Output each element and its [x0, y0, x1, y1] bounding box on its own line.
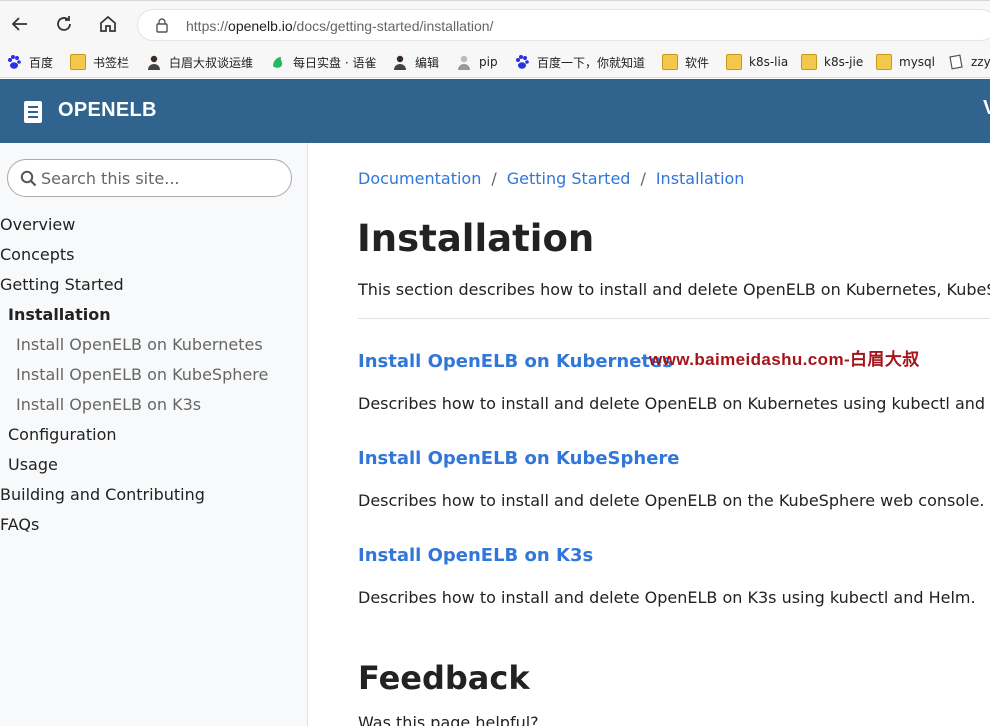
url-host: openelb.io — [228, 18, 293, 34]
lock-icon — [156, 18, 168, 33]
section-desc-k3s: Describes how to install and delete Open… — [358, 588, 976, 607]
bookmark-label: zzy — [971, 55, 990, 69]
bookmark-label: k8s-jie — [824, 55, 864, 69]
watermark-text: www.baimeidashu.com-白眉大叔 — [649, 350, 920, 369]
sidebar-item-install-kubesphere[interactable]: Install OpenELB on KubeSphere — [16, 365, 268, 384]
browser-toolbar: https://openelb.io/docs/getting-started/… — [0, 0, 990, 46]
page-lead: This section describes how to install an… — [358, 280, 990, 299]
sidebar-item-overview[interactable]: Overview — [0, 215, 75, 234]
folder-icon — [70, 54, 86, 70]
bookmark-baidu[interactable]: 百度 — [6, 52, 53, 72]
sidebar-item-faqs[interactable]: FAQs — [0, 515, 39, 534]
sidebar-item-concepts[interactable]: Concepts — [0, 245, 75, 264]
sidebar-item-building-contributing[interactable]: Building and Contributing — [0, 485, 205, 504]
person-avatar-icon — [148, 55, 160, 70]
bookmark-label: 每日实盘 · 语雀 — [293, 55, 377, 70]
section-link-kubernetes[interactable]: Install OpenELB on Kubernetes — [358, 351, 673, 372]
section-desc-kubesphere: Describes how to install and delete Open… — [358, 491, 985, 510]
folder-icon — [876, 54, 892, 70]
url-path: /docs/getting-started/installation/ — [292, 18, 494, 34]
bookmark-yuque[interactable]: 每日实盘 · 语雀 — [270, 52, 376, 72]
bookmark-zzy[interactable]: zzy — [948, 52, 990, 72]
home-icon — [100, 15, 116, 32]
bookmark-label: 编辑 — [415, 55, 440, 70]
person-avatar-icon — [394, 55, 406, 70]
home-button[interactable] — [94, 10, 122, 38]
site-search[interactable] — [7, 159, 292, 197]
bookmark-label: k8s-lia — [749, 55, 789, 69]
feedback-heading: Feedback — [358, 659, 530, 697]
sidebar-item-installation[interactable]: Installation — [8, 305, 111, 324]
sidebar-item-install-kubernetes[interactable]: Install OpenELB on Kubernetes — [16, 335, 263, 354]
breadcrumb: Documentation / Getting Started / Installati… — [358, 169, 744, 188]
section-link-kubesphere[interactable]: Install OpenELB on KubeSphere — [358, 448, 680, 469]
bookmark-edit[interactable]: 编辑 — [392, 52, 439, 72]
breadcrumb-documentation[interactable]: Documentation — [358, 169, 481, 188]
sidebar-item-install-k3s[interactable]: Install OpenELB on K3s — [16, 395, 201, 414]
address-bar[interactable]: https://openelb.io/docs/getting-started/… — [137, 9, 990, 41]
bookmark-label: 软件 — [685, 55, 710, 70]
folder-icon — [726, 54, 742, 70]
back-button[interactable] — [6, 10, 34, 38]
bookmark-label: 百度 — [29, 55, 54, 70]
bookmarks-bar: 百度 书签栏 白眉大叔谈运维 每日实盘 · 语雀 编辑 pip 百度一下，你就知… — [0, 46, 990, 78]
bookmark-pip[interactable]: pip — [456, 52, 498, 72]
brand-name[interactable]: OPENELB — [58, 99, 157, 122]
bookmark-baidu-search[interactable]: 百度一下，你就知道 — [514, 52, 645, 72]
feedback-question: Was this page helpful? — [358, 713, 539, 726]
folder-icon — [662, 54, 678, 70]
sidebar-item-usage[interactable]: Usage — [8, 455, 58, 474]
bookmark-label: 百度一下，你就知道 — [537, 55, 646, 70]
docs-sidebar: Overview Concepts Getting Started Instal… — [0, 143, 308, 726]
page-icon — [949, 54, 963, 70]
breadcrumb-installation[interactable]: Installation — [656, 169, 745, 188]
bookmark-label: pip — [479, 55, 498, 69]
sidebar-item-configuration[interactable]: Configuration — [8, 425, 117, 444]
site-header: OPENELB V — [0, 79, 990, 143]
breadcrumb-getting-started[interactable]: Getting Started — [507, 169, 631, 188]
reload-button[interactable] — [50, 10, 78, 38]
bookmark-software-folder[interactable]: 软件 — [662, 52, 709, 72]
page-title: Installation — [357, 217, 595, 260]
bookmark-k8s-jie-folder[interactable]: k8s-jie — [801, 52, 863, 72]
breadcrumb-separator: / — [491, 169, 497, 188]
bookmark-label: mysql — [899, 55, 935, 69]
baidu-paw-icon — [8, 55, 21, 69]
bookmark-bookmarks-folder[interactable]: 书签栏 — [70, 52, 129, 72]
bookmark-mysql-folder[interactable]: mysql — [876, 52, 935, 72]
breadcrumb-separator: / — [640, 169, 646, 188]
reload-icon — [57, 16, 71, 31]
sidebar-item-getting-started[interactable]: Getting Started — [0, 275, 124, 294]
bookmark-k8s-lia-folder[interactable]: k8s-lia — [726, 52, 788, 72]
logo-icon[interactable] — [24, 101, 42, 123]
section-desc-kubernetes: Describes how to install and delete Open… — [358, 394, 990, 413]
yuque-icon — [273, 57, 283, 68]
url-text[interactable]: https://openelb.io/docs/getting-started/… — [186, 18, 493, 34]
folder-icon — [801, 54, 817, 70]
section-link-k3s[interactable]: Install OpenELB on K3s — [358, 545, 593, 566]
person-icon — [458, 55, 470, 70]
search-input[interactable] — [41, 165, 281, 191]
search-icon — [20, 170, 37, 187]
main-content: Documentation / Getting Started / Installati… — [309, 143, 990, 726]
bookmark-label: 白眉大叔谈运维 — [169, 55, 254, 70]
divider — [358, 318, 990, 319]
bookmark-baimei[interactable]: 白眉大叔谈运维 — [146, 52, 253, 72]
header-nav-partial[interactable]: V — [983, 97, 990, 120]
baidu-paw-icon — [516, 55, 529, 69]
url-scheme: https:// — [186, 18, 229, 34]
bookmark-label: 书签栏 — [93, 55, 130, 70]
arrow-left-icon — [11, 17, 27, 31]
